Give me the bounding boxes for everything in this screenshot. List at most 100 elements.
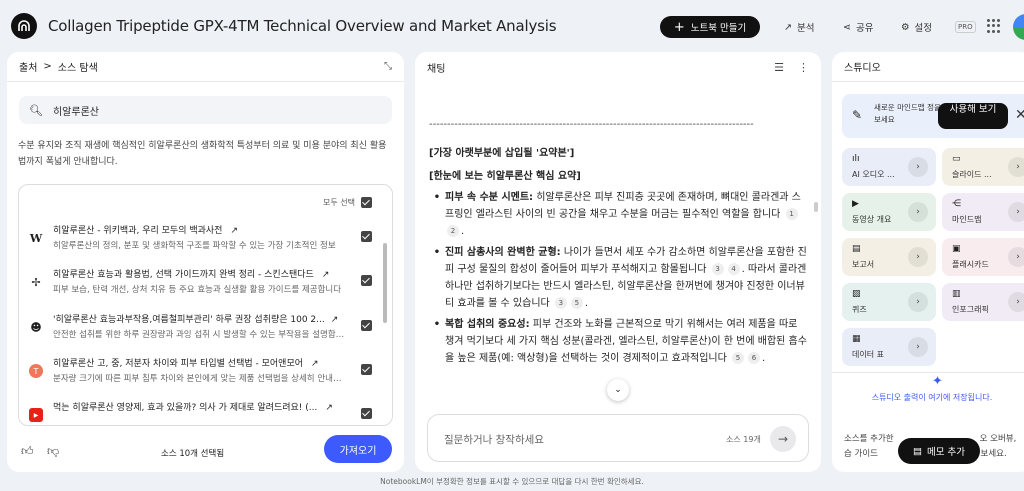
select-all-checkbox[interactable] — [361, 197, 372, 208]
chat-input[interactable]: 질문하거나 창작하세요 소스 19개 → — [427, 414, 809, 462]
source-title: 히알루론산 효능과 활용법, 선택 가이드까지 완벽 정리 - 스킨스탠다드 ↗ — [53, 270, 330, 280]
select-all-label: 모두 선택 — [323, 198, 355, 207]
apps-grid-icon[interactable] — [987, 19, 1001, 33]
selected-source-topic[interactable]: 🔍︎ 히알루론산 — [19, 96, 392, 124]
sources-breadcrumb: 출처 > 소스 탐색 ⤡ — [7, 52, 404, 82]
list-item[interactable]: ▶ 먹는 히알루론산 영양제, 효과 있을까? 의사 가 제대로 알려드려요! … — [19, 396, 392, 425]
external-link-icon[interactable]: ↗ — [331, 315, 339, 325]
source-checkbox[interactable] — [361, 231, 372, 242]
chevron-right-icon[interactable]: › — [1008, 157, 1024, 177]
source-title: 히알루론산 고, 중, 저분자 차이와 피부 타입별 선택법 - 모어앤모어 ↗ — [53, 359, 319, 369]
trending-icon: ↗ — [784, 21, 792, 33]
topic-label: 히알루론산 — [52, 106, 99, 118]
thumbs-up-icon[interactable]: 👍︎ — [21, 444, 34, 459]
audio-icon: ılı — [852, 154, 860, 164]
select-all[interactable]: 모두 선택 — [323, 197, 372, 208]
tile-label: 플래시카드 — [952, 260, 989, 269]
share-label: 공유 — [855, 23, 874, 34]
flashcard-icon: ▣ — [952, 244, 961, 254]
topic-description: 수분 유지와 조직 재생에 핵심적인 히알루론산의 생화학적 특성부터 의료 및… — [18, 141, 387, 167]
tile-flashcards[interactable]: ▣ 플래시카드 › — [942, 238, 1024, 276]
breadcrumb-sources[interactable]: 출처 — [19, 59, 37, 74]
arrow-right-icon: → — [777, 432, 789, 446]
create-notebook-button[interactable]: + 노트북 만들기 — [660, 16, 760, 38]
source-checkbox[interactable] — [361, 408, 372, 419]
notebook-title[interactable]: Collagen Tripeptide GPX-4TM Technical Ov… — [48, 17, 557, 35]
list-item[interactable]: ✢ 히알루론산 효능과 활용법, 선택 가이드까지 완벽 정리 - 스킨스탠다드… — [19, 263, 392, 299]
citation-chip[interactable]: 4 — [727, 263, 740, 275]
tile-data-table[interactable]: ▦ 데이터 표 › — [842, 328, 936, 366]
tune-icon[interactable]: ☰ — [774, 61, 784, 74]
external-link-icon[interactable]: ↗ — [322, 270, 330, 280]
citation-chip[interactable]: 5 — [570, 297, 583, 309]
chevron-right-icon[interactable]: › — [908, 157, 928, 177]
divider-dashes: ----------------------------------------… — [429, 119, 754, 130]
tile-label: 데이터 표 — [852, 350, 884, 359]
add-note-label: 메모 추가 — [927, 447, 965, 458]
gear-icon: ⚙ — [901, 21, 910, 33]
citation-chip[interactable]: 3 — [711, 263, 724, 275]
chevron-right-icon[interactable]: › — [908, 202, 928, 222]
citation-chip[interactable]: 5 — [732, 352, 745, 364]
thumbs-down-icon[interactable]: 👎︎ — [47, 444, 59, 459]
external-link-icon[interactable]: ↗ — [230, 226, 238, 236]
source-checkbox[interactable] — [361, 364, 372, 375]
slides-icon: ▭ — [952, 154, 961, 164]
tile-quiz[interactable]: ▨ 퀴즈 › — [842, 283, 936, 321]
chevron-right-icon[interactable]: › — [1008, 202, 1024, 222]
tile-report[interactable]: ▤ 보고서 › — [842, 238, 936, 276]
chevron-right-icon[interactable]: › — [1008, 292, 1024, 312]
infographic-icon: ▥ — [952, 289, 961, 299]
settings-button[interactable]: ⚙ 설정 — [901, 16, 932, 38]
close-icon[interactable]: ✕ — [1015, 107, 1024, 123]
tile-mindmap[interactable]: ⋲ 마인드맵 › — [942, 193, 1024, 231]
breadcrumb-explore: 소스 탐색 — [57, 63, 98, 74]
chevron-right-icon[interactable]: › — [908, 337, 928, 357]
mindmap-banner: ✎ 새로운 마인드맵 정을 사용해 보세요 사용해 보기 ✕ — [842, 94, 1024, 138]
citation-chip[interactable]: 1 — [785, 208, 798, 220]
share-button[interactable]: ⋖ 공유 — [843, 16, 873, 38]
scroll-down-button[interactable]: ⌄ — [607, 379, 629, 401]
import-button[interactable]: 가져오기 — [324, 435, 392, 463]
add-note-button[interactable]: ▤ 메모 추가 — [898, 438, 980, 464]
tile-slides[interactable]: ▭ 슬라이드 ... › — [942, 148, 1024, 186]
list-item[interactable]: W 히알루론산 - 위키백과, 우리 모두의 백과사전 ↗ 히알루론산의 정의, … — [19, 219, 392, 255]
send-button[interactable]: → — [770, 426, 796, 452]
analytics-button[interactable]: ↗ 분석 — [784, 16, 814, 38]
source-title: 히알루론산 - 위키백과, 우리 모두의 백과사전 ↗ — [53, 226, 239, 236]
citation-chip[interactable]: 2 — [447, 225, 459, 237]
tile-video-overview[interactable]: ▶ 동영상 개요 › — [842, 193, 936, 231]
external-link-icon[interactable]: ↗ — [311, 359, 319, 369]
chevron-right-icon[interactable]: › — [1008, 247, 1024, 267]
source-checkbox[interactable] — [361, 275, 372, 286]
chevron-right-icon[interactable]: › — [908, 247, 928, 267]
moreandmore-icon: T — [29, 364, 43, 378]
chat-scrollbar[interactable] — [814, 202, 818, 212]
video-icon: ▶ — [852, 199, 859, 209]
pencil-icon: ✎ — [852, 108, 863, 122]
list-item[interactable]: ☻ '히알루론산 효능과부작용,여름철피부관리' 하루 권장 섭취량은 100 … — [19, 308, 392, 344]
tile-infographic[interactable]: ▥ 인포그래픽 › — [942, 283, 1024, 321]
tile-audio-overview[interactable]: ılı AI 오디오 ... › — [842, 148, 936, 186]
external-link-icon[interactable]: ↗ — [325, 403, 333, 413]
source-snippet: 안전한 섭취를 위한 하루 권장량과 과잉 섭취 시 발생할 수 있는 부작용을… — [53, 330, 345, 340]
more-vert-icon[interactable]: ⋮ — [798, 61, 809, 74]
summary-subheading: [한눈에 보는 히알루론산 핵심 요약] — [429, 171, 581, 182]
source-list-scrollbar[interactable] — [383, 243, 387, 323]
source-checkbox[interactable] — [361, 320, 372, 331]
try-it-button[interactable]: 사용해 보기 — [938, 103, 1008, 129]
citation-chip[interactable]: 6 — [748, 352, 761, 364]
chevron-right-icon[interactable]: › — [908, 292, 928, 312]
sources-footer: 👍︎ 👎︎ 소스 10개 선택됨 가져오기 — [7, 432, 404, 472]
citation-chip[interactable]: 3 — [554, 297, 567, 309]
youtube-icon: ▶ — [29, 408, 43, 422]
summary-heading: [가장 아랫부분에 삽입될 '요약본'] — [429, 148, 575, 159]
bullet-item: • 진피 삼총사의 완벽한 균형: 나이가 들면서 세포 수가 감소하면 히알루… — [433, 247, 807, 309]
source-list: 모두 선택 W 히알루론산 - 위키백과, 우리 모두의 백과사전 ↗ 히알루론산… — [18, 184, 393, 426]
source-count: 소스 19개 — [726, 435, 761, 444]
collapse-icon[interactable]: ⤡ — [384, 61, 392, 72]
source-snippet: 히알루론산의 정의, 분포 및 생화학적 구조를 파악할 수 있는 가장 기초적… — [53, 241, 336, 251]
notebooklm-logo-icon[interactable] — [11, 13, 37, 39]
plus-icon: + — [673, 19, 685, 35]
list-item[interactable]: T 히알루론산 고, 중, 저분자 차이와 피부 타입별 선택법 - 모어앤모어… — [19, 352, 392, 388]
